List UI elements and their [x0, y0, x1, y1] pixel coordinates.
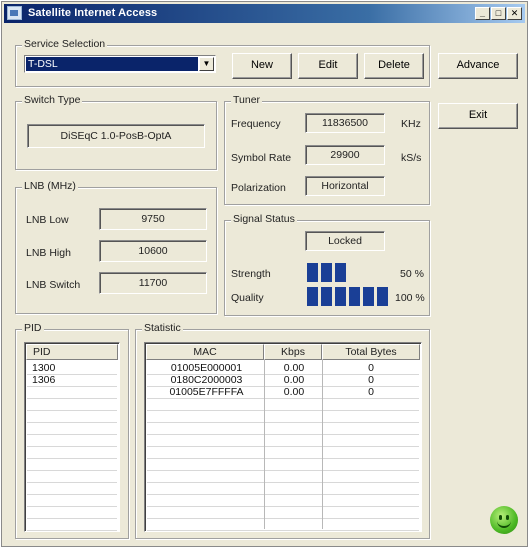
strength-percent: 50 %	[400, 268, 424, 280]
chevron-down-icon[interactable]: ▼	[199, 57, 214, 71]
statistic-cell: 0.00	[283, 362, 305, 374]
close-button[interactable]: ✕	[507, 7, 522, 20]
green-smiley-icon	[490, 506, 518, 534]
meter-block	[307, 263, 318, 282]
list-item[interactable]: 1300	[27, 362, 117, 374]
meter-block	[349, 263, 360, 282]
statistic-cell: 01005E000001	[170, 362, 243, 374]
polarization-value: Horizontal	[305, 176, 385, 196]
symbol-rate-value: 29900	[305, 145, 385, 165]
pid-list[interactable]: PID 1300 1306	[24, 342, 120, 532]
polarization-label: Polarization	[231, 182, 286, 194]
delete-button[interactable]: Delete	[364, 53, 424, 79]
window-title: Satellite Internet Access	[28, 7, 158, 19]
list-item[interactable]: 0180C2000003 0.00 0	[147, 374, 419, 386]
frequency-unit: KHz	[401, 118, 421, 130]
statistic-cell: 0	[368, 374, 374, 386]
symbol-rate-unit: kS/s	[401, 152, 422, 164]
frequency-label: Frequency	[231, 118, 281, 130]
lnb-low-label: LNB Low	[26, 214, 69, 226]
quality-meter	[307, 287, 388, 306]
meter-block	[363, 263, 374, 282]
satellite-app-icon	[7, 6, 22, 20]
lock-status-value: Locked	[305, 231, 385, 251]
title-bar[interactable]: Satellite Internet Access _ □ ✕	[4, 4, 525, 23]
lnb-switch-label: LNB Switch	[26, 279, 81, 291]
meter-block	[321, 263, 332, 282]
statistic-label: Statistic	[142, 322, 183, 334]
statistic-cell: 0180C2000003	[170, 374, 243, 386]
meter-block	[363, 287, 374, 306]
signal-status-label: Signal Status	[231, 213, 297, 225]
list-item[interactable]: 01005E7FFFFA 0.00 0	[147, 386, 419, 398]
pid-label: PID	[22, 322, 44, 334]
pid-column-header[interactable]: PID	[26, 344, 118, 360]
lnb-label: LNB (MHz)	[22, 180, 78, 192]
mac-column-header[interactable]: MAC	[146, 344, 264, 360]
list-item[interactable]: 1306	[27, 374, 117, 386]
statistic-cell: 0.00	[283, 374, 305, 386]
minimize-button[interactable]: _	[475, 7, 490, 20]
meter-block	[377, 287, 388, 306]
exit-button[interactable]: Exit	[438, 103, 518, 129]
frequency-value: 11836500	[305, 113, 385, 133]
meter-block	[307, 287, 318, 306]
meter-block	[321, 287, 332, 306]
quality-label: Quality	[231, 292, 264, 304]
quality-percent: 100 %	[395, 292, 425, 304]
lnb-high-value: 10600	[99, 240, 207, 262]
statistic-list[interactable]: MAC Kbps Total Bytes 01005E000001 0.00 0 01…	[144, 342, 422, 532]
strength-label: Strength	[231, 268, 271, 280]
total-bytes-column-header[interactable]: Total Bytes	[322, 344, 420, 360]
kbps-column-header[interactable]: Kbps	[264, 344, 322, 360]
switch-type-label: Switch Type	[22, 94, 83, 106]
statistic-cell: 01005E7FFFFA	[169, 386, 244, 398]
lnb-switch-value: 11700	[99, 272, 207, 294]
service-selection-label: Service Selection	[22, 38, 108, 50]
edit-button[interactable]: Edit	[298, 53, 358, 79]
new-button[interactable]: New	[232, 53, 292, 79]
statistic-cell: 0	[368, 362, 374, 374]
lnb-low-value: 9750	[99, 208, 207, 230]
main-window: Satellite Internet Access _ □ ✕ Service …	[1, 1, 528, 547]
statistic-cell: 0.00	[283, 386, 305, 398]
meter-block	[335, 263, 346, 282]
statistic-cell: 0	[368, 386, 374, 398]
service-select-value: T-DSL	[26, 57, 198, 71]
symbol-rate-label: Symbol Rate	[231, 152, 292, 164]
advance-button[interactable]: Advance	[438, 53, 518, 79]
meter-block	[349, 287, 360, 306]
pid-cell: 1306	[32, 374, 56, 386]
lnb-high-label: LNB High	[26, 247, 71, 259]
list-item[interactable]: 01005E000001 0.00 0	[147, 362, 419, 374]
service-select[interactable]: T-DSL ▼	[24, 55, 216, 73]
switch-type-value: DiSEqC 1.0-PosB-OptA	[27, 124, 205, 148]
meter-block	[377, 263, 388, 282]
meter-block	[335, 287, 346, 306]
tuner-label: Tuner	[231, 94, 263, 106]
maximize-button[interactable]: □	[491, 7, 506, 20]
pid-cell: 1300	[32, 362, 56, 374]
strength-meter	[307, 263, 388, 282]
